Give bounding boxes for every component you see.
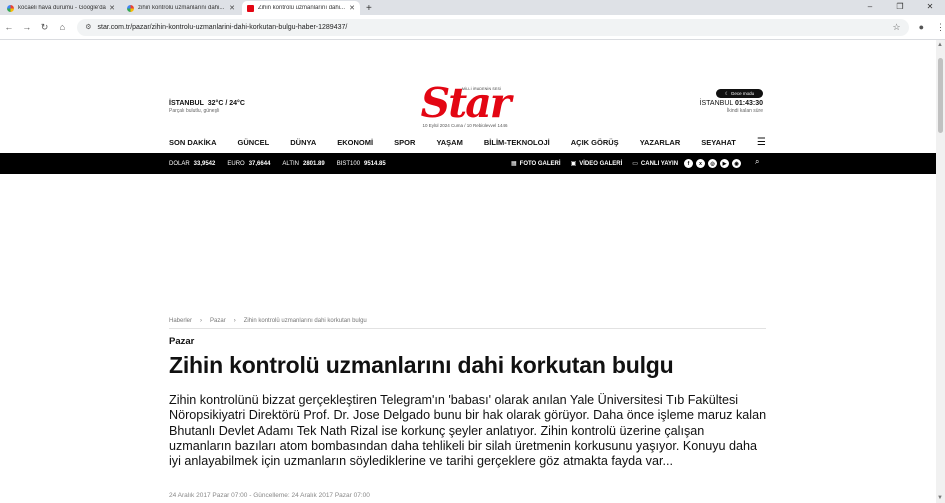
divider (169, 328, 766, 329)
minimize-icon[interactable]: – (855, 0, 885, 14)
breadcrumb-separator-icon: › (200, 318, 203, 324)
article-title: Zihin kontrolü uzmanlarını dahi korkutan… (169, 352, 674, 378)
market-item-bist100[interactable]: BIST100 9514.85 (337, 161, 386, 167)
url-text: star.com.tr/pazar/zihin-kontrolu-uzmanla… (97, 23, 348, 31)
site-info-icon[interactable]: ⚙ (85, 23, 91, 31)
article-category[interactable]: Pazar (169, 336, 194, 347)
site-logo[interactable]: MİLLİ İRADENİN SESİ Star 10 Eylül 2024 C… (415, 83, 515, 129)
night-mode-toggle[interactable]: ☾ Gece modu (716, 89, 763, 98)
video-gallery-icon: ▣ (570, 161, 577, 167)
instagram-icon[interactable]: ◎ (708, 159, 717, 168)
close-window-icon[interactable]: ✕ (915, 0, 945, 14)
market-item-altin[interactable]: ALTIN 2801.89 (282, 161, 324, 167)
close-tab-icon[interactable]: ✕ (109, 4, 115, 12)
x-twitter-icon[interactable]: x (696, 159, 705, 168)
weather-widget: İSTANBUL 32°C / 24°C Parçalı bulutlu, gü… (169, 100, 245, 114)
article-summary: Zihin kontrolünü bizzat gerçekleştiren T… (169, 393, 767, 469)
breadcrumb-section[interactable]: Pazar (210, 318, 226, 324)
live-stream-link[interactable]: ▭ CANLI YAYIN (632, 160, 678, 167)
breadcrumb-separator-icon: › (233, 318, 236, 324)
market-bar: DOLAR 33,9542 EURO 37,6644 ALTIN 2801.89 BI… (0, 153, 936, 174)
prayer-clock: İSTANBUL 01:43:30 İkindi kalan süre (700, 100, 763, 114)
google-icon (127, 4, 134, 12)
browser-tab[interactable]: kocaeli hava durumu - Google'da... ✕ (2, 1, 120, 15)
date-line: 10 Eylül 2024 Cuma / 10 Rebiülevvel 1446 (422, 123, 508, 128)
nav-item-bilim-teknoloji[interactable]: BİLİM-TEKNOLOJİ (484, 138, 550, 147)
tv-icon: ▭ (632, 161, 638, 167)
address-bar[interactable]: ⚙ star.com.tr/pazar/zihin-kontrolu-uzman… (77, 18, 909, 36)
nav-item-guncel[interactable]: GÜNCEL (238, 138, 270, 147)
article-dates: 24 Aralık 2017 Pazar 07:00 - Güncelleme:… (169, 492, 370, 499)
breadcrumb-current: Zihin kontrolü uzmanlarını dahi korkutan… (243, 318, 367, 324)
hamburger-menu-icon[interactable]: ☰ (757, 137, 766, 148)
nav-item-seyahat[interactable]: SEYAHAT (701, 138, 736, 147)
clock-time: 01:43:30 (734, 100, 763, 107)
browser-toolbar: ← → ↻ ⌂ ⚙ star.com.tr/pazar/zihin-kontro… (0, 15, 945, 40)
scroll-up-icon[interactable]: ▲ (937, 42, 943, 48)
bookmark-star-icon[interactable]: ☆ (893, 22, 901, 33)
page-scrollbar[interactable]: ▲ ▼ (936, 40, 945, 503)
browser-tab-title: kocaeli hava durumu - Google'da... (18, 5, 107, 11)
market-ticker: DOLAR 33,9542 EURO 37,6644 ALTIN 2801.89 BI… (169, 153, 386, 174)
video-gallery-link[interactable]: ▣ VİDEO GALERİ (571, 160, 623, 167)
search-icon[interactable]: ⌕ (755, 157, 759, 167)
breadcrumb: Haberler › Pazar › Zihin kontrolü uzmanl… (169, 318, 367, 324)
facebook-icon[interactable]: f (684, 159, 693, 168)
browser-tab-title: Zihin kontrolü uzmanlarını dahi... (258, 5, 346, 11)
market-item-dolar[interactable]: DOLAR 33,9542 (169, 161, 215, 167)
browser-tab[interactable]: zihin kontrolü uzmanlarını dahi... ✕ (122, 1, 240, 15)
nav-item-acik-gorus[interactable]: AÇIK GÖRÜŞ (571, 138, 619, 147)
market-item-euro[interactable]: EURO 37,6644 (227, 161, 270, 167)
moon-icon: ☾ (724, 90, 729, 96)
home-icon[interactable]: ⌂ (53, 22, 71, 32)
nav-item-yasam[interactable]: YAŞAM (436, 138, 462, 147)
new-tab-button[interactable]: + (366, 3, 372, 14)
forward-icon[interactable]: → (18, 22, 36, 32)
night-mode-label: Gece modu (730, 91, 755, 96)
close-tab-icon[interactable]: ✕ (229, 4, 235, 12)
media-links: ▦ FOTO GALERİ ▣ VİDEO GALERİ ▭ CANLI YAYIN (511, 153, 678, 174)
google-icon (7, 4, 14, 12)
browser-tab-active[interactable]: Zihin kontrolü uzmanlarını dahi... ✕ (242, 1, 360, 15)
site-page: İSTANBUL 32°C / 24°C Parçalı bulutlu, gü… (0, 40, 936, 503)
browser-tab-title: zihin kontrolü uzmanlarını dahi... (138, 5, 225, 11)
window-controls: – ❐ ✕ (855, 0, 945, 14)
scroll-down-icon[interactable]: ▼ (937, 495, 943, 501)
social-links: f x ◎ ▶ ◉ (684, 159, 741, 168)
weather-city: İSTANBUL (169, 100, 204, 107)
nav-item-spor[interactable]: SPOR (394, 138, 415, 147)
logo-tagline: MİLLİ İRADENİN SESİ (462, 87, 502, 91)
star-site-icon (247, 4, 254, 12)
rss-icon[interactable]: ◉ (732, 159, 741, 168)
back-icon[interactable]: ← (0, 22, 18, 32)
reload-icon[interactable]: ↻ (36, 22, 54, 33)
nav-item-ekonomi[interactable]: EKONOMİ (337, 138, 373, 147)
menu-kebab-icon[interactable]: ⋮ (936, 22, 945, 33)
photo-gallery-link[interactable]: ▦ FOTO GALERİ (511, 160, 561, 167)
maximize-icon[interactable]: ❐ (885, 0, 915, 14)
youtube-icon[interactable]: ▶ (720, 159, 729, 168)
weather-temp: 32°C / 24°C (207, 100, 245, 107)
nav-item-son-dakika[interactable]: SON DAKİKA (169, 138, 217, 147)
browser-tab-strip: kocaeli hava durumu - Google'da... ✕ zih… (0, 0, 945, 15)
clock-city: İSTANBUL (699, 100, 734, 107)
photo-gallery-icon: ▦ (511, 161, 517, 167)
main-nav: SON DAKİKA GÜNCEL DÜNYA EKONOMİ SPOR YAŞ… (169, 137, 766, 148)
clock-desc: İkindi kalan süre (726, 108, 763, 114)
profile-icon[interactable]: ● (919, 22, 924, 33)
breadcrumb-home[interactable]: Haberler (169, 318, 192, 324)
nav-item-yazarlar[interactable]: YAZARLAR (640, 138, 681, 147)
weather-desc: Parçalı bulutlu, güneşli (169, 108, 220, 114)
close-tab-icon[interactable]: ✕ (349, 4, 355, 12)
scrollbar-thumb[interactable] (938, 58, 943, 133)
nav-item-dunya[interactable]: DÜNYA (290, 138, 316, 147)
